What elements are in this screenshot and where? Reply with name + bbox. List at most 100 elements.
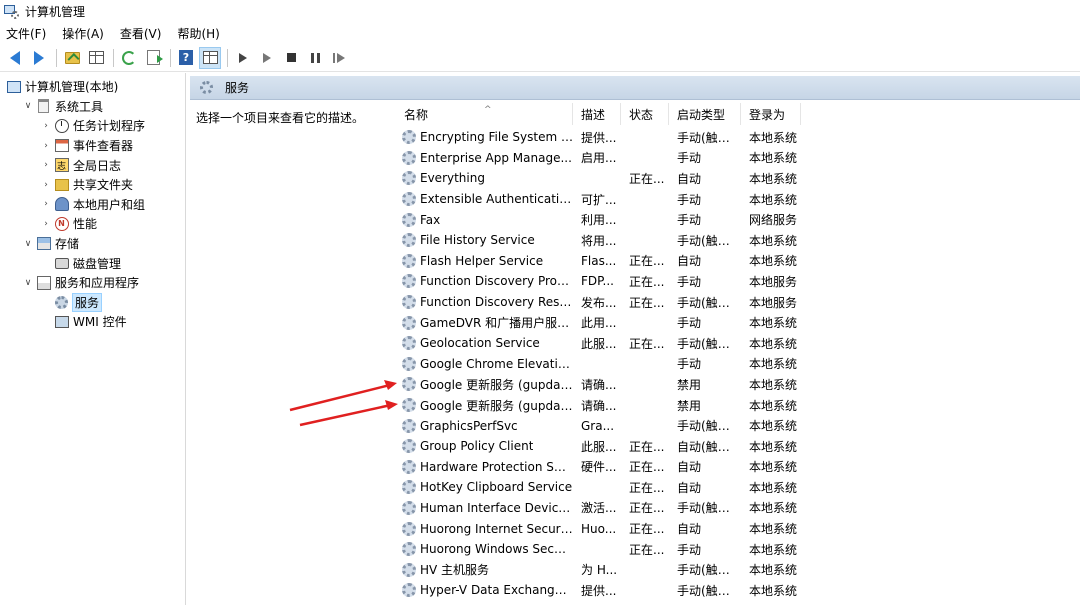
tree-node[interactable]: › 本地用户和组 (0, 195, 185, 215)
table-row[interactable]: HV 主机服务 为 H... 手动(触发... 本地系统 (396, 559, 801, 580)
service-desc-cell: 可扩... (581, 192, 617, 207)
tree-node[interactable]: ∨ 系统工具 (0, 97, 185, 117)
service-startup-cell: 手动 (677, 274, 702, 289)
table-row[interactable]: Geolocation Service 此服... 正在... 手动(触发... 本地系… (396, 333, 801, 354)
performance-icon: N (54, 216, 69, 231)
tree-node-label: 服务 (71, 292, 103, 312)
start-icon[interactable] (232, 47, 254, 69)
collapsed-chevron-icon[interactable]: › (40, 219, 52, 229)
service-logon-cell: 本地系统 (749, 357, 798, 372)
table-row[interactable]: Function Discovery Reso... 发布... 正在... 手动(触… (396, 292, 801, 313)
tree-node[interactable]: 磁盘管理 (0, 253, 185, 273)
tree-node-label: 事件查看器 (73, 139, 134, 154)
menu-action[interactable]: 操作(A) (62, 25, 104, 42)
column-header-status[interactable]: 状态 (621, 103, 669, 125)
tree-node[interactable]: › N 性能 (0, 214, 185, 234)
menu-view[interactable]: 查看(V) (120, 25, 162, 42)
column-header-startup-type[interactable]: 启动类型 (669, 103, 741, 125)
tree-node[interactable]: 计算机管理(本地) (0, 77, 185, 97)
tree-node[interactable]: › 任务计划程序 (0, 116, 185, 136)
console-tree-icon[interactable] (199, 46, 221, 69)
pause-icon[interactable] (304, 47, 326, 69)
tree-node[interactable]: › 共享文件夹 (0, 175, 185, 195)
console-tree: 计算机管理(本地) ∨ 系统工具 › 任务计划程序 › 事件查看器 › 志全局日志 › 共享文件夹 ›… (0, 73, 186, 605)
tree-node[interactable]: › 志全局日志 (0, 155, 185, 175)
table-row[interactable]: Huorong Internet Securit... Huo... 正在... 自动… (396, 518, 801, 539)
collapsed-chevron-icon[interactable]: › (40, 160, 52, 170)
show-tree-icon[interactable] (85, 47, 107, 69)
table-row[interactable]: Enterprise App Manage... 启用... 手动 本地系统 (396, 148, 801, 169)
table-row[interactable]: Encrypting File System (E... 提供... 手动(触发..… (396, 127, 801, 148)
tree-node[interactable]: ∨ 存储 (0, 234, 185, 254)
gear-icon (200, 81, 213, 94)
tree-node[interactable]: ∨ 服务和应用程序 (0, 273, 185, 293)
service-desc-cell: 提供... (581, 130, 617, 145)
collapsed-chevron-icon[interactable]: › (40, 141, 52, 151)
service-status-cell: 正在... (629, 480, 665, 495)
annotation-arrows (289, 380, 398, 427)
toolbar: ? (0, 44, 1080, 72)
help-icon[interactable]: ? (175, 47, 197, 69)
expanded-chevron-icon[interactable]: ∨ (22, 101, 34, 111)
menu-file[interactable]: 文件(F) (6, 25, 46, 42)
menu-help[interactable]: 帮助(H) (177, 25, 219, 42)
description-text: 选择一个项目来查看它的描述。 (196, 111, 365, 125)
table-row[interactable]: File History Service 将用... 手动(触发... 本地系统 (396, 230, 801, 251)
column-header-log-on-as[interactable]: 登录为 (741, 103, 801, 125)
stop-icon[interactable] (280, 47, 302, 69)
table-row[interactable]: Google Chrome Elevatio... 手动 本地系统 (396, 354, 801, 375)
service-logon-cell: 本地系统 (749, 254, 798, 269)
service-desc-cell: 此服... (581, 336, 617, 351)
tree-node[interactable]: 服务 (0, 292, 185, 313)
service-logon-cell: 本地系统 (749, 130, 798, 145)
refresh-icon[interactable] (118, 47, 140, 69)
table-row[interactable]: Huorong Windows Secur... 正在... 手动 本地系统 (396, 539, 801, 560)
expanded-chevron-icon[interactable]: ∨ (22, 278, 34, 288)
service-startup-cell: 手动(触发... (677, 130, 741, 145)
back-icon[interactable] (4, 47, 26, 69)
service-name-cell: Hyper-V Data Exchange ... (396, 583, 573, 598)
table-row[interactable]: Hyper-V Data Exchange ... 提供... 手动(触发... 本地… (396, 580, 801, 601)
table-row[interactable]: HotKey Clipboard Service 正在... 自动 本地系统 (396, 477, 801, 498)
service-logon-cell: 本地系统 (749, 439, 798, 454)
service-name-cell: Fax (396, 212, 573, 227)
column-header-name[interactable]: 名称 ^ (396, 103, 573, 125)
tree-node-label: 共享文件夹 (73, 178, 134, 193)
service-desc-cell: 为 H... (581, 563, 618, 578)
column-headers: 名称 ^ 描述 状态 启动类型 登录为 (396, 103, 801, 125)
table-row[interactable]: Fax 利用... 手动 网络服务 (396, 209, 801, 230)
tree-node[interactable]: WMI 控件 (0, 312, 185, 332)
computer-management-icon (4, 4, 19, 19)
table-row[interactable]: Hardware Protection Ser... 硬件... 正在... 自动 本地… (396, 457, 801, 478)
export-icon[interactable] (142, 47, 164, 69)
service-status-cell: 正在... (629, 254, 665, 269)
table-row[interactable]: Function Discovery Provi... FDP... 正在... 手动… (396, 271, 801, 292)
table-row[interactable]: GraphicsPerfSvc Gra... 手动(触发... 本地系统 (396, 415, 801, 436)
service-startup-cell: 禁用 (677, 377, 702, 392)
resume-icon[interactable] (328, 47, 350, 69)
table-row[interactable]: Flash Helper Service Flas... 正在... 自动 本地系统 (396, 251, 801, 272)
table-row[interactable]: Google 更新服务 (gupdate) 请确... 禁用 本地系统 (396, 374, 801, 395)
up-folder-icon[interactable] (61, 47, 83, 69)
table-row[interactable]: Extensible Authentication... 可扩... 手动 本地系统 (396, 189, 801, 210)
table-row[interactable]: Human Interface Device ... 激活... 正在... 手动(触… (396, 498, 801, 519)
table-row[interactable]: Everything 正在... 自动 本地系统 (396, 168, 801, 189)
table-row[interactable]: Google 更新服务 (gupdat... 请确... 禁用 本地系统 (396, 395, 801, 416)
service-gear-icon (402, 150, 416, 165)
table-row[interactable]: Group Policy Client 此服... 正在... 自动(触发... 本地系… (396, 436, 801, 457)
service-desc-cell: 请确... (581, 398, 617, 413)
expanded-chevron-icon[interactable]: ∨ (22, 239, 34, 249)
service-status-cell: 正在... (629, 336, 665, 351)
collapsed-chevron-icon[interactable]: › (40, 180, 52, 190)
forward-icon[interactable] (28, 47, 50, 69)
service-startup-cell: 手动(触发... (677, 501, 741, 516)
tree-node[interactable]: › 事件查看器 (0, 136, 185, 156)
collapsed-chevron-icon[interactable]: › (40, 199, 52, 209)
service-name: Hyper-V Data Exchange ... (420, 583, 573, 598)
collapsed-chevron-icon[interactable]: › (40, 121, 52, 131)
table-row[interactable]: GameDVR 和广播用户服务... 此用... 手动 本地系统 (396, 312, 801, 333)
service-name-cell: Extensible Authentication... (396, 192, 573, 207)
service-startup-cell: 自动 (677, 254, 702, 269)
start-alt-icon[interactable] (256, 47, 278, 69)
column-header-description[interactable]: 描述 (573, 103, 621, 125)
